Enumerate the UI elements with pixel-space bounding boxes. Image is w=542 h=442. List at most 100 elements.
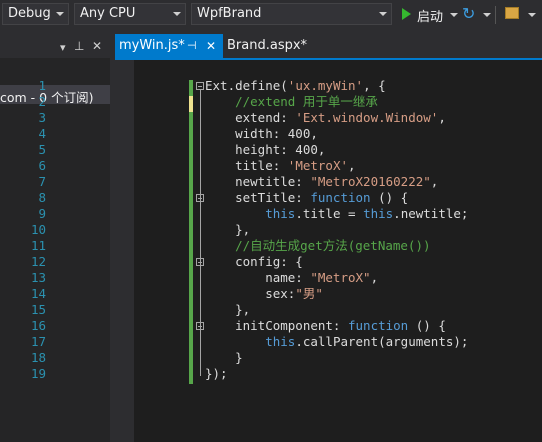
code-text: }, xyxy=(205,302,251,317)
refresh-icon[interactable]: ↻ xyxy=(462,4,475,23)
code-text: }, xyxy=(205,222,251,237)
code-line-8: setTitle: function () { xyxy=(205,190,408,206)
code-comment: //extend 用于单一继承 xyxy=(205,94,378,109)
tab-label: Brand.aspx* xyxy=(227,38,308,53)
startup-project-value: WpfBrand xyxy=(197,6,262,21)
line-number: 3 xyxy=(38,110,46,125)
platform-value: Any CPU xyxy=(80,6,136,21)
line-number: 17 xyxy=(30,334,46,349)
code-line-6: title: 'MetroX', xyxy=(205,158,356,174)
browser-link-chevron-icon[interactable] xyxy=(528,13,536,17)
close-tab-icon[interactable]: ✕ xyxy=(206,34,216,58)
code-text: , xyxy=(370,270,379,285)
code-line-4: width: 400, xyxy=(205,126,318,142)
code-line-17: this.callParent(arguments); xyxy=(205,334,468,350)
start-dropdown-chevron-icon[interactable] xyxy=(450,13,458,17)
code-text: title: xyxy=(205,158,288,173)
line-number: 16 xyxy=(30,318,46,333)
line-number: 4 xyxy=(38,126,46,141)
code-text: Ext.define( xyxy=(205,78,288,93)
code-text: } xyxy=(205,350,243,365)
line-number: 7 xyxy=(38,174,46,189)
code-text: .title = xyxy=(295,206,364,221)
line-number: 13 xyxy=(30,270,46,285)
code-line-3: extend: 'Ext.window.Window', xyxy=(205,110,446,126)
code-text: newtitle: xyxy=(205,174,311,189)
code-keyword: this xyxy=(265,206,296,221)
code-line-16: initComponent: function () { xyxy=(205,318,446,334)
code-text: .callParent(arguments); xyxy=(295,334,469,349)
code-text: .newtitle; xyxy=(393,206,469,221)
code-text: () { xyxy=(370,190,409,205)
changed-lines-margin-line1 xyxy=(189,80,193,96)
code-line-12: config: { xyxy=(205,254,303,270)
refresh-dropdown-chevron-icon[interactable] xyxy=(483,13,491,17)
solution-config-value: Debug xyxy=(8,6,51,21)
code-keyword: function xyxy=(310,190,371,205)
code-text: }); xyxy=(205,366,228,381)
line-number: 5 xyxy=(38,142,46,157)
line-number: 11 xyxy=(30,238,46,253)
chevron-down-icon xyxy=(56,12,64,16)
code-line-5: height: 400, xyxy=(205,142,325,158)
code-text: , { xyxy=(363,78,386,93)
changed-lines-margin xyxy=(189,112,193,384)
startup-project-select[interactable]: WpfBrand xyxy=(191,3,392,25)
code-line-15: }, xyxy=(205,302,250,318)
code-line-2: //extend 用于单一继承 xyxy=(205,94,378,110)
pin-tab-icon[interactable]: ⊣ xyxy=(187,34,197,58)
tab-brand-aspx[interactable]: Brand.aspx* xyxy=(223,34,323,58)
code-string: "男" xyxy=(295,286,323,301)
code-text: sex: xyxy=(205,286,296,301)
code-line-9: this.title = this.newtitle; xyxy=(205,206,468,222)
code-string: 'Ext.window.Window' xyxy=(295,110,439,125)
line-number: 14 xyxy=(30,286,46,301)
chevron-down-icon xyxy=(379,12,387,16)
code-line-13: name: "MetroX", xyxy=(205,270,378,286)
platform-select[interactable]: Any CPU xyxy=(74,3,186,25)
collapse-icon[interactable] xyxy=(196,82,204,90)
code-line-14: sex:"男" xyxy=(205,286,323,302)
play-icon xyxy=(402,8,411,20)
pin-icon[interactable]: ⊥ xyxy=(74,39,84,53)
code-text: height: 400, xyxy=(205,142,326,157)
code-comment: //自动生成get方法(getName()) xyxy=(205,238,431,253)
line-number: 1 xyxy=(38,78,46,93)
line-number: 9 xyxy=(38,206,46,221)
chevron-down-icon xyxy=(173,12,181,16)
line-number: 2 xyxy=(38,94,46,109)
code-string: 'ux.myWin' xyxy=(287,78,364,93)
line-number: 6 xyxy=(38,158,46,173)
code-text: config: { xyxy=(205,254,303,269)
code-string: "MetroX" xyxy=(310,270,371,285)
code-line-11: //自动生成get方法(getName()) xyxy=(205,238,431,254)
code-text: , xyxy=(438,110,446,125)
code-line-1: Ext.define('ux.myWin', { xyxy=(205,78,386,94)
toolbar-separator xyxy=(495,6,496,24)
solution-config-select[interactable]: Debug xyxy=(2,3,69,25)
code-text: , xyxy=(430,174,439,189)
fold-guide xyxy=(200,90,201,376)
line-number: 19 xyxy=(30,366,46,381)
code-text: () { xyxy=(408,318,446,333)
code-line-18: } xyxy=(205,350,243,366)
code-text: , xyxy=(348,158,356,173)
code-text: name: xyxy=(205,270,311,285)
code-line-10: }, xyxy=(205,222,250,238)
line-number: 8 xyxy=(38,190,46,205)
tab-mywin-js[interactable]: myWin.js* ⊣ ✕ xyxy=(115,34,223,58)
close-panel-icon[interactable]: ✕ xyxy=(92,39,102,53)
browser-link-icon[interactable] xyxy=(505,7,519,19)
code-keyword: this xyxy=(265,334,296,349)
code-keyword: this xyxy=(363,206,394,221)
code-string: 'MetroX' xyxy=(287,158,349,173)
code-text: width: 400, xyxy=(205,126,318,141)
code-string: "MetroX20160222" xyxy=(310,174,431,189)
code-text: extend: xyxy=(205,110,296,125)
panel-options-icon[interactable]: ▾ xyxy=(60,41,66,54)
start-label: 启动 xyxy=(417,10,444,25)
changed-lines-margin-line2 xyxy=(189,96,193,112)
code-line-19: }); xyxy=(205,366,228,382)
